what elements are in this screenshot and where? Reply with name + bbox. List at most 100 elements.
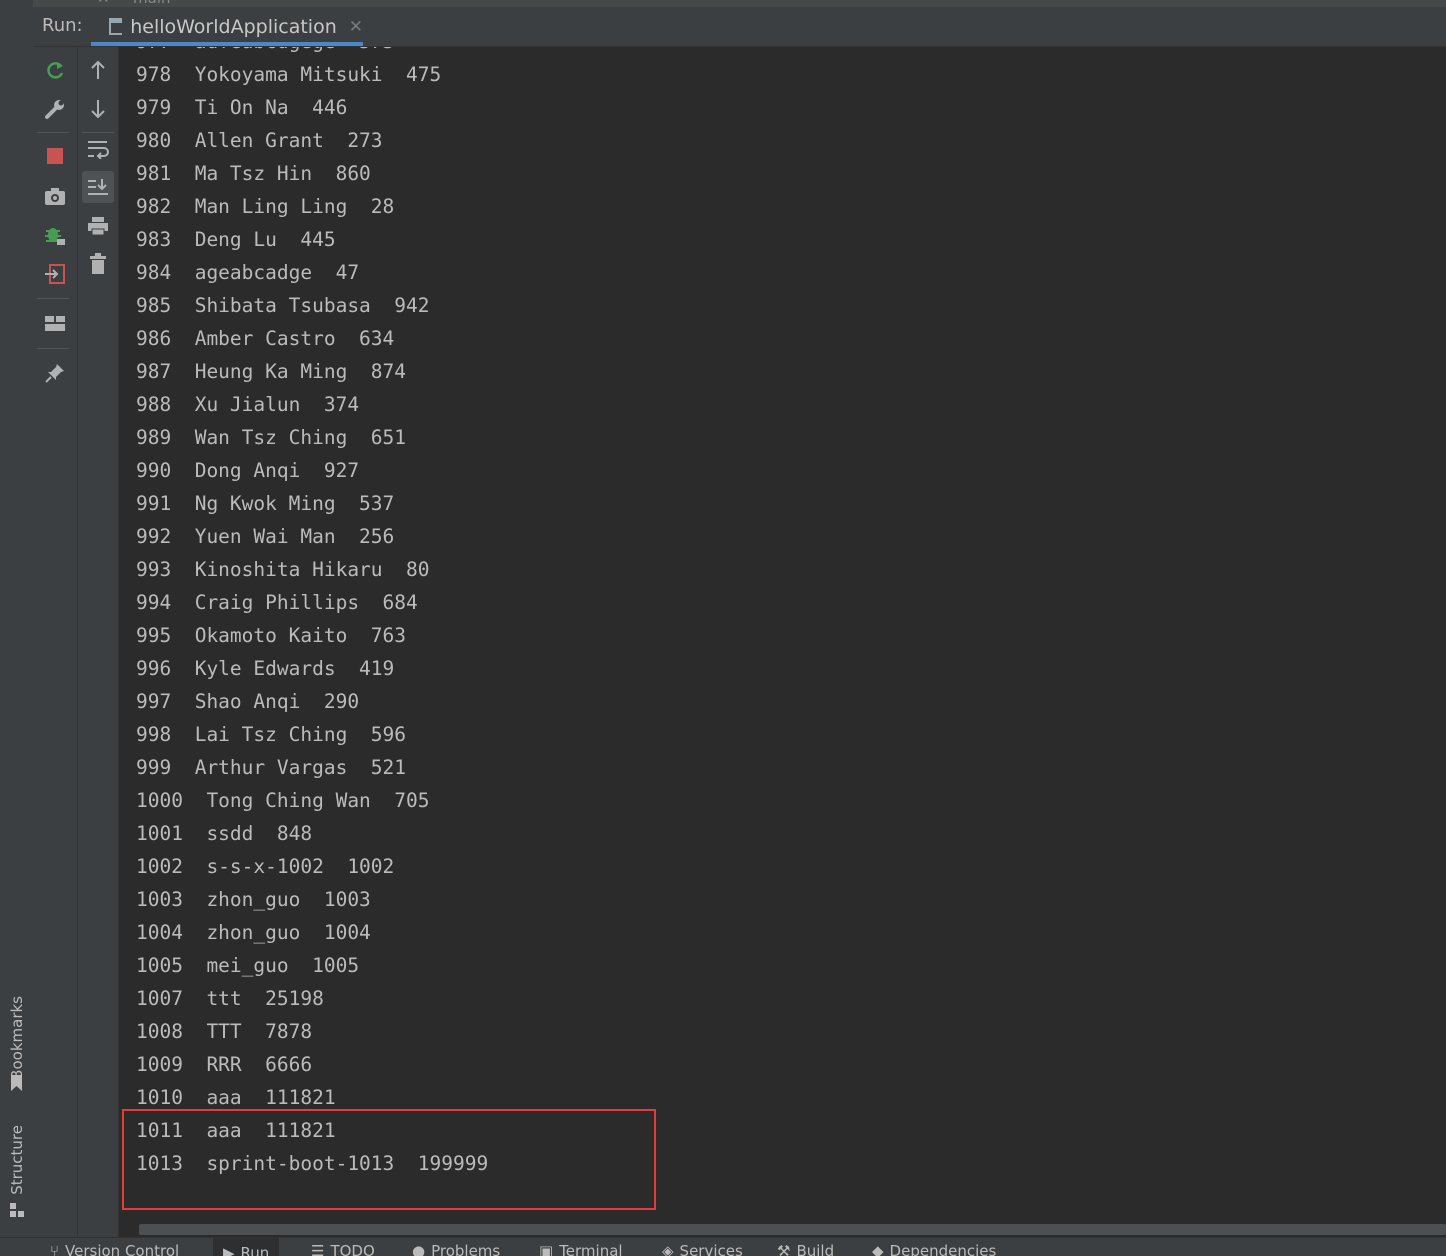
debug-button[interactable] (40, 220, 70, 250)
console-line: 1003 zhon_guo 1003 (136, 883, 488, 916)
arrow-down-icon (89, 98, 107, 120)
tab-run[interactable]: ▶ Run (213, 1238, 279, 1256)
play-icon: ▶ (223, 1244, 235, 1256)
pin-tab-button[interactable] (40, 358, 70, 388)
structure-icon (10, 1203, 24, 1217)
console-line: 978 Yokoyama Mitsuki 475 (136, 58, 488, 91)
tab-problems[interactable]: ● Problems (412, 1242, 500, 1256)
console-line: 1001 ssdd 848 (136, 817, 488, 850)
close-icon[interactable]: ✕ (349, 17, 363, 37)
console-line: 998 Lai Tsz Ching 596 (136, 718, 488, 751)
console-line: 1004 zhon_guo 1004 (136, 916, 488, 949)
clear-all-button[interactable] (83, 249, 113, 279)
left-tool-strip: Bookmarks Structure (0, 0, 34, 1255)
console-line: 984 ageabcadge 47 (136, 256, 488, 289)
console-line: 988 Xu Jialun 374 (136, 388, 488, 421)
stop-button[interactable] (40, 141, 70, 171)
run-label: Run: (42, 15, 83, 36)
dump-threads-button[interactable] (40, 181, 70, 211)
pin-icon (44, 362, 66, 384)
main-tab-label[interactable]: main (133, 0, 170, 7)
print-button[interactable] (83, 211, 113, 241)
wrench-icon (44, 98, 66, 120)
branch-icon: ⑂ (50, 1242, 59, 1256)
trash-icon (89, 253, 107, 275)
scroll-to-end-icon (87, 177, 109, 197)
rerun-button[interactable] (40, 55, 70, 85)
down-stack-trace-button[interactable] (83, 94, 113, 124)
console-line: 1005 mei_guo 1005 (136, 949, 488, 982)
console-line: 1009 RRR 6666 (136, 1048, 488, 1081)
console-line: 987 Heung Ka Ming 874 (136, 355, 488, 388)
run-panel-header: Run: helloWorldApplication ✕ (33, 0, 1446, 47)
list-icon: ☰ (311, 1242, 324, 1256)
console-line: 985 Shibata Tsubasa 942 (136, 289, 488, 322)
console-line: 982 Man Ling Ling 28 (136, 190, 488, 223)
console-line: 1002 s-s-x-1002 1002 (136, 850, 488, 883)
scrollbar-thumb[interactable] (139, 1224, 1446, 1235)
console-line: 996 Kyle Edwards 419 (136, 652, 488, 685)
tab-terminal[interactable]: ▣ Terminal (539, 1242, 623, 1256)
console-line: 1008 TTT 7878 (136, 1015, 488, 1048)
exit-icon (44, 263, 66, 285)
console-line: 995 Okamoto Kaito 763 (136, 619, 488, 652)
services-icon: ◈ (662, 1242, 674, 1256)
console-output[interactable]: 977 adfeabcdgege 573978 Yokoyama Mitsuki… (119, 47, 1446, 1222)
tab-active-indicator (91, 42, 363, 46)
tab-todo[interactable]: ☰ TODO (311, 1242, 375, 1256)
tab-label: Dependencies (890, 1242, 997, 1256)
tab-label: Services (680, 1242, 743, 1256)
rerun-icon (44, 59, 66, 81)
soft-wrap-button[interactable] (83, 134, 113, 164)
console-line: 991 Ng Kwok Ming 537 (136, 487, 488, 520)
editor-tab-strip-sliver: ✕ main (33, 0, 1446, 7)
soft-wrap-icon (87, 139, 109, 159)
console-line: 992 Yuen Wai Man 256 (136, 520, 488, 553)
run-toolbar-primary (33, 47, 78, 1237)
stop-icon (46, 147, 64, 165)
bottom-tool-bar: ⑂ Version Control ▶ Run ☰ TODO ● Problem… (0, 1237, 1446, 1256)
structure-tab[interactable]: Structure (2, 1122, 32, 1197)
tab-build[interactable]: ⚒ Build (777, 1242, 834, 1256)
scroll-to-end-button[interactable] (82, 171, 114, 203)
hammer-icon: ⚒ (777, 1242, 790, 1256)
console-line: 990 Dong Anqi 927 (136, 454, 488, 487)
up-stack-trace-button[interactable] (83, 55, 113, 85)
console-line: 997 Shao Anqi 290 (136, 685, 488, 718)
layout-icon (45, 316, 65, 332)
dependencies-icon: ◆ (872, 1242, 884, 1256)
console-line: 1007 ttt 25198 (136, 982, 488, 1015)
console-line: 983 Deng Lu 445 (136, 223, 488, 256)
print-icon (87, 216, 109, 236)
application-icon (109, 17, 122, 37)
tab-label: TODO (330, 1242, 374, 1256)
tab-label: Run (241, 1244, 270, 1256)
console-line: 1000 Tong Ching Wan 705 (136, 784, 488, 817)
tab-title: helloWorldApplication (130, 16, 337, 38)
console-line: 981 Ma Tsz Hin 860 (136, 157, 488, 190)
tab-dependencies[interactable]: ◆ Dependencies (872, 1242, 996, 1256)
tab-services[interactable]: ◈ Services (662, 1242, 743, 1256)
arrow-up-icon (89, 59, 107, 81)
tab-label: Terminal (559, 1242, 622, 1256)
console-line: 994 Craig Phillips 684 (136, 586, 488, 619)
info-icon: ● (412, 1242, 425, 1256)
console-lines: 977 adfeabcdgege 573978 Yokoyama Mitsuki… (136, 47, 488, 1180)
console-line: 980 Allen Grant 273 (136, 124, 488, 157)
structure-label: Structure (8, 1125, 26, 1195)
close-icon[interactable]: ✕ (97, 0, 110, 7)
debug-bug-icon (43, 223, 67, 247)
horizontal-scrollbar[interactable] (119, 1222, 1446, 1237)
layout-button[interactable] (40, 309, 70, 339)
tab-label: Version Control (65, 1242, 179, 1256)
tab-label: Problems (431, 1242, 500, 1256)
run-toolbar-secondary (78, 47, 119, 1237)
tab-hello-world-application[interactable]: helloWorldApplication ✕ (91, 8, 363, 46)
bookmarks-label: Bookmarks (8, 996, 26, 1080)
console-line: 986 Amber Castro 634 (136, 322, 488, 355)
tab-label: Build (796, 1242, 834, 1256)
terminal-icon: ▣ (539, 1242, 553, 1256)
exit-button[interactable] (40, 259, 70, 289)
tab-version-control[interactable]: ⑂ Version Control (50, 1242, 179, 1256)
settings-button[interactable] (40, 94, 70, 124)
